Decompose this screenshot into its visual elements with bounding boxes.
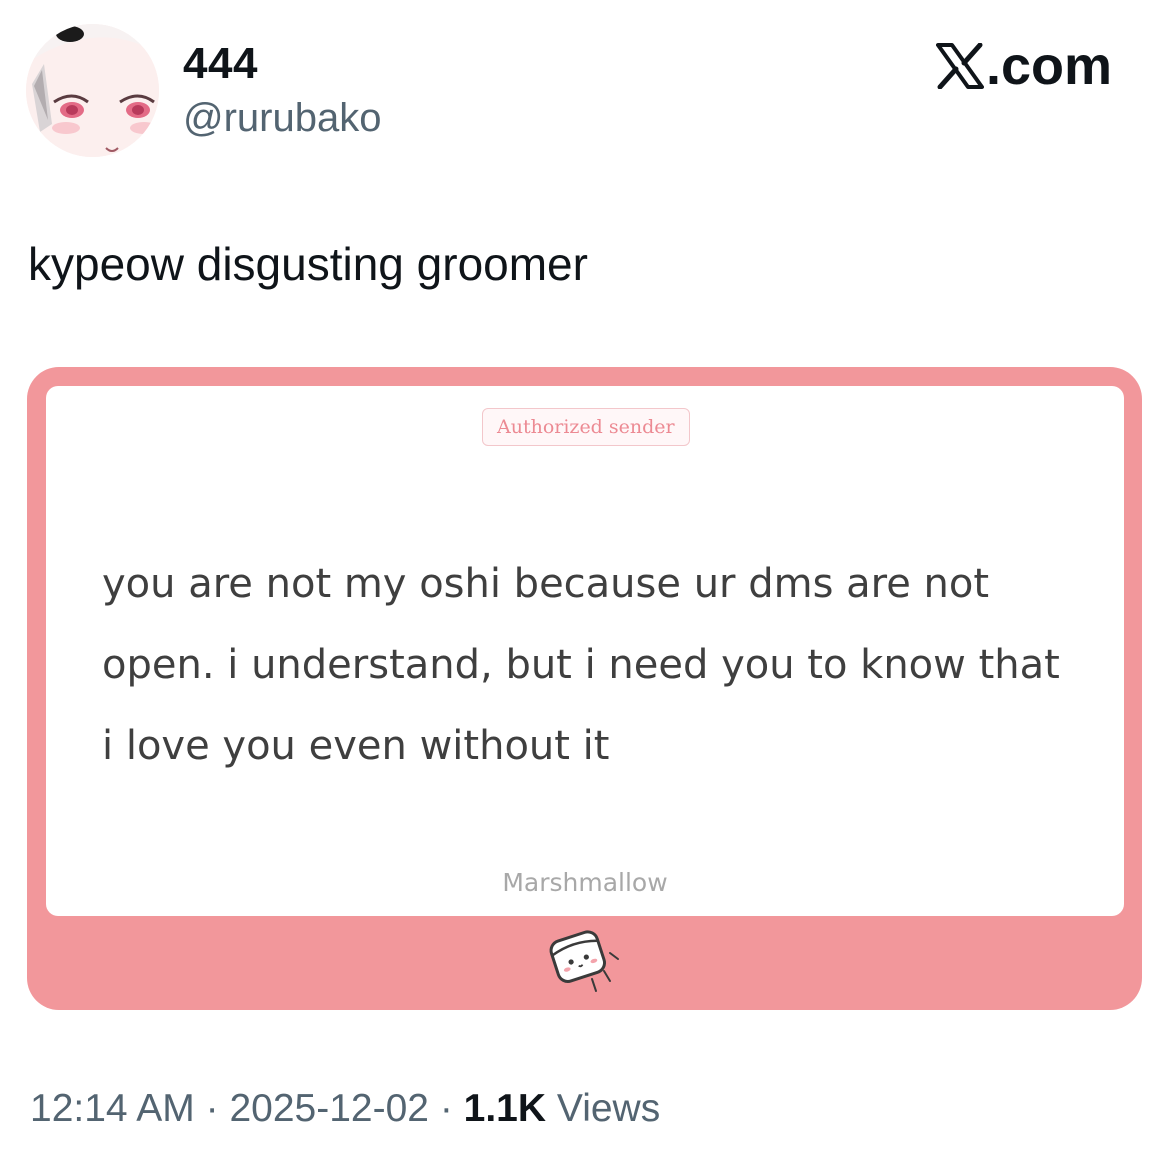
display-name[interactable]: 444: [183, 38, 258, 90]
brand-label: .com: [985, 36, 1112, 96]
anonymous-message: you are not my oshi because ur dms are n…: [102, 561, 1060, 769]
attached-image-card[interactable]: Authorized sender you are not my oshi be…: [27, 367, 1142, 1010]
authorized-sender-badge: Authorized sender: [482, 408, 690, 446]
views-label: Views: [556, 1087, 661, 1130]
tweet-meta: 12:14 AM · 2025-12-02 · 1.1K Views: [30, 1084, 660, 1134]
anime-girl-avatar-icon: [26, 24, 159, 157]
x-logo-icon: [935, 43, 984, 89]
avatar[interactable]: [26, 24, 159, 157]
meta-separator: ·: [205, 1087, 219, 1130]
brand-logo: .com: [935, 36, 1112, 96]
user-handle[interactable]: @rurubako: [183, 94, 381, 142]
marshmallow-label: Marshmallow: [502, 868, 668, 897]
tweet-time[interactable]: 12:14 AM: [30, 1087, 195, 1130]
marshmallow-icon: [549, 930, 619, 992]
tweet-text: kypeow disgusting groomer: [28, 238, 588, 290]
views-count[interactable]: 1.1K: [464, 1087, 546, 1130]
message-panel: Authorized sender you are not my oshi be…: [46, 386, 1124, 916]
tweet-date[interactable]: 2025-12-02: [229, 1087, 429, 1130]
meta-separator: ·: [439, 1087, 453, 1130]
